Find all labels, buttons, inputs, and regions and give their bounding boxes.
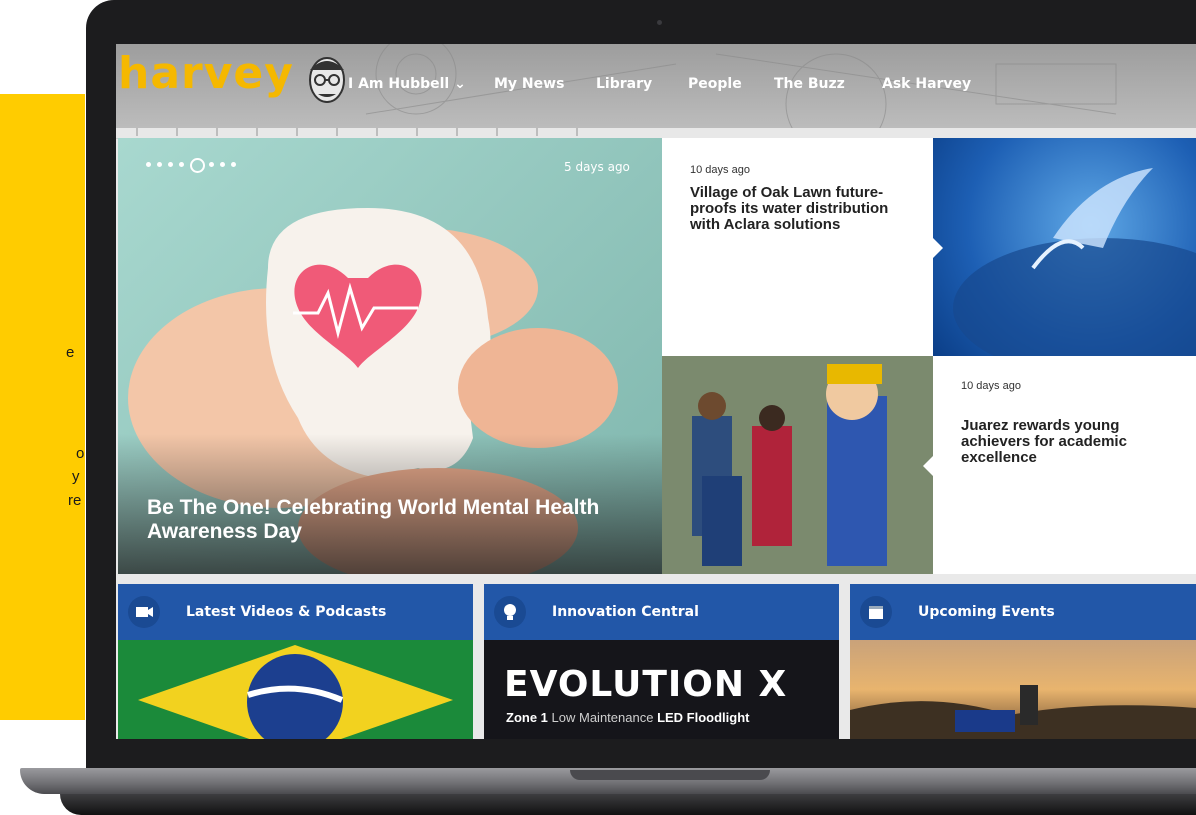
nav-the-buzz[interactable]: The Buzz [774,76,845,92]
laptop-camera [657,20,662,25]
promo-zone: Zone 1 [506,710,548,725]
water-image-art [953,168,1196,356]
story-card-oak-lawn[interactable]: 10 days ago Village of Oak Lawn future-p… [662,138,933,356]
section-innovation-central[interactable]: Innovation Central EVOLUTION X Zone 1 Lo… [484,584,839,739]
story-date: 10 days ago [961,380,1021,392]
hero-title[interactable]: Be The One! Celebrating World Mental Hea… [147,496,647,544]
section-label[interactable]: Latest Videos & Podcasts [186,604,386,620]
site-header: harvey I Am Hubbell ⌄ My News Library Pe… [116,44,1196,128]
section-header[interactable]: Latest Videos & Podcasts [118,584,473,640]
laptop-foot [60,794,1196,815]
pointer-arrow [933,238,943,258]
nav-library[interactable]: Library [596,76,652,92]
section-header[interactable]: Upcoming Events [850,584,1196,640]
section-header[interactable]: Innovation Central [484,584,839,640]
section-upcoming-events[interactable]: Upcoming Events [850,584,1196,739]
story-title[interactable]: Village of Oak Lawn future-proofs its wa… [690,185,910,233]
nav-my-news[interactable]: My News [494,76,564,92]
kids-photo[interactable] [662,356,933,574]
video-icon [128,596,160,628]
lightbulb-icon [494,596,526,628]
side-text-fragment: y [72,468,80,485]
story-date: 10 days ago [690,164,750,176]
story-title[interactable]: Juarez rewards young achievers for acade… [961,418,1181,466]
promo-led: LED Floodlight [657,710,750,725]
side-text-fragment: re [68,492,82,509]
side-text-fragment: o [76,445,85,462]
water-fountain-image[interactable] [933,138,1196,356]
evolution-x-promo[interactable]: EVOLUTION X Zone 1 Low Maintenance LED F… [484,640,839,739]
section-label[interactable]: Innovation Central [552,604,699,620]
laptop-bezel [86,738,1196,770]
sunset-event-image[interactable] [850,640,1196,739]
harvey-portrait-icon [309,57,345,103]
nav-people[interactable]: People [688,76,742,92]
kids-photo-art [662,356,933,574]
nav-ask-harvey[interactable]: Ask Harvey [882,76,971,92]
calendar-icon [860,596,892,628]
hero-carousel[interactable]: 5 days ago Be The One! Celebrating World… [118,138,662,574]
nav-i-am-hubbell[interactable]: I Am Hubbell ⌄ [348,76,466,92]
story-card-juarez[interactable]: 10 days ago Juarez rewards young achieve… [923,356,1196,574]
side-text-fragment: e [66,344,75,361]
section-videos-podcasts[interactable]: Latest Videos & Podcasts [118,584,473,739]
laptop-notch [570,770,770,780]
harvey-logo[interactable]: harvey [118,48,294,99]
hero-date: 5 days ago [564,160,630,174]
brazil-flag-image[interactable] [118,640,473,739]
laptop-screen: harvey I Am Hubbell ⌄ My News Library Pe… [116,44,1196,739]
yellow-side-panel [0,94,85,720]
promo-low-maintenance: Low Maintenance [551,710,654,725]
pointer-arrow [923,456,933,476]
promo-title: EVOLUTION X [504,664,788,705]
section-label[interactable]: Upcoming Events [918,604,1055,620]
